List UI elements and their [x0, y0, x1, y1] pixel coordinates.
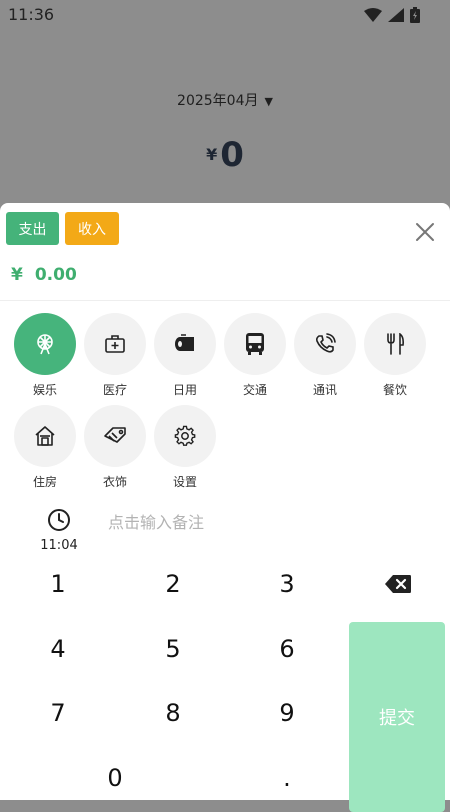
wifi-icon [364, 8, 382, 22]
tissue-roll-icon [175, 334, 194, 351]
key-4[interactable]: 4 [1, 617, 115, 681]
key-6[interactable]: 6 [230, 617, 344, 681]
category-label: 设置 [172, 475, 197, 489]
gear-icon [174, 425, 196, 446]
category-label: 交通 [242, 383, 267, 397]
medical-kit-icon [105, 335, 125, 353]
status-icons [364, 7, 420, 23]
total-amount: ¥0 [0, 135, 450, 175]
category-label: 日用 [172, 383, 197, 397]
key-8[interactable]: 8 [116, 681, 230, 745]
category-entertainment[interactable]: 娱乐 [10, 313, 80, 398]
clothing-tag-icon [104, 427, 126, 443]
divider [0, 300, 450, 301]
note-input[interactable] [108, 509, 408, 535]
category-daily[interactable]: 日用 [150, 313, 220, 398]
add-record-sheet: 支出 收入 ¥0.00 娱乐 医疗 日用 交通 通讯 餐饮 住房 衣饰 设置 1… [0, 203, 450, 812]
caret-down-icon: ▼ [264, 95, 273, 108]
backspace-icon [385, 575, 411, 593]
key-7[interactable]: 7 [1, 681, 115, 745]
house-icon [35, 426, 55, 446]
category-label: 医疗 [102, 383, 127, 397]
category-label: 娱乐 [32, 383, 57, 397]
clock-icon [48, 509, 70, 531]
total-value: 0 [220, 135, 244, 175]
bus-icon [246, 333, 264, 355]
signal-icon [388, 8, 404, 22]
key-0[interactable]: 0 [58, 746, 172, 810]
category-telecom[interactable]: 通讯 [290, 313, 360, 398]
key-3[interactable]: 3 [230, 552, 344, 616]
fork-knife-icon [387, 333, 404, 355]
status-time: 11:36 [8, 5, 55, 24]
category-label: 通讯 [312, 383, 337, 397]
category-medical[interactable]: 医疗 [80, 313, 150, 398]
battery-icon [410, 7, 420, 23]
key-5[interactable]: 5 [116, 617, 230, 681]
key-1[interactable]: 1 [1, 552, 115, 616]
key-9[interactable]: 9 [230, 681, 344, 745]
category-label: 衣饰 [102, 475, 127, 489]
category-settings[interactable]: 设置 [150, 405, 220, 490]
status-bar: 11:36 [0, 0, 450, 30]
category-food[interactable]: 餐饮 [360, 313, 430, 398]
ferris-wheel-icon [37, 334, 53, 355]
category-housing[interactable]: 住房 [10, 405, 80, 490]
month-selector[interactable]: 2025年04月 ▼ [0, 90, 450, 110]
key-decimal[interactable]: . [230, 746, 344, 810]
phone-icon [315, 333, 336, 353]
time-value: 11:04 [40, 538, 78, 553]
close-icon[interactable] [414, 221, 436, 243]
income-tab-button[interactable]: 收入 [65, 212, 119, 245]
category-label: 住房 [32, 475, 57, 489]
total-currency: ¥ [206, 145, 218, 164]
submit-button[interactable]: 提交 [349, 622, 445, 812]
amount-value: 0.00 [34, 265, 77, 285]
category-label: 餐饮 [382, 383, 407, 397]
amount-currency: ¥ [11, 265, 23, 285]
backspace-key[interactable] [341, 552, 450, 616]
time-picker[interactable]: 11:04 [38, 508, 80, 553]
amount-display: ¥0.00 [11, 265, 77, 285]
month-label: 2025年04月 [177, 93, 259, 109]
expense-tab-button[interactable]: 支出 [6, 212, 59, 245]
key-2[interactable]: 2 [116, 552, 230, 616]
category-transport[interactable]: 交通 [220, 313, 290, 398]
category-clothing[interactable]: 衣饰 [80, 405, 150, 490]
